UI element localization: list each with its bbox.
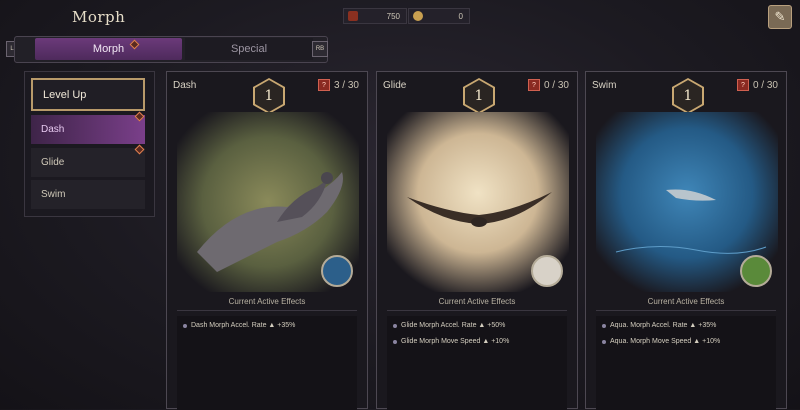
effect-text: Glide Morph Accel. Rate ▲ +50% <box>401 322 506 329</box>
effect-item: Dash Morph Accel. Rate ▲ +35% <box>183 322 295 329</box>
card-progress: ? 0 / 30 <box>736 79 778 91</box>
glide-skill-icon <box>531 255 563 287</box>
rb-label: RB <box>315 46 325 52</box>
page-title: Morph <box>72 8 126 26</box>
divider <box>387 310 567 311</box>
sidebar-item-label: Swim <box>41 189 66 200</box>
level-value: 1 <box>255 80 283 112</box>
bullet-icon <box>602 323 606 328</box>
level-value: 1 <box>465 80 493 112</box>
card-count-value: 3 / 30 <box>333 79 359 91</box>
alert-icon: ? <box>317 79 330 91</box>
level-badge: 1 <box>672 78 704 114</box>
card-progress: ? 3 / 30 <box>317 79 359 91</box>
effects-title: Current Active Effects <box>647 297 725 306</box>
divider <box>177 310 357 311</box>
gold-coin-icon <box>413 11 423 21</box>
new-indicator-icon <box>134 144 145 155</box>
feather-currency-display: 750 <box>343 8 407 24</box>
gold-coin-value: 0 <box>458 11 463 21</box>
bullet-icon <box>393 339 397 344</box>
effect-text: Glide Morph Move Speed ▲ +10% <box>401 338 510 345</box>
sidebar-item-label: Glide <box>41 157 65 168</box>
codex-book-button[interactable]: ✎ <box>768 5 792 29</box>
morph-card-swim[interactable]: Swim ? 0 / 30 1 Current Active Effects A… <box>585 71 787 410</box>
morph-card-dash[interactable]: Dash ? 3 / 30 1 Current Active Effects D… <box>166 71 368 410</box>
morph-sidebar: Level Up Dash Glide Swim <box>24 71 155 217</box>
effect-item: Aqua. Morph Move Speed ▲ +10% <box>602 338 720 345</box>
effect-text: Dash Morph Accel. Rate ▲ +35% <box>191 322 296 329</box>
tab-morph[interactable]: Morph <box>35 38 182 60</box>
card-title: Swim <box>592 80 617 91</box>
effects-list: Glide Morph Accel. Rate ▲ +50% Glide Mor… <box>387 316 567 410</box>
sidebar-item-swim[interactable]: Swim <box>31 180 145 209</box>
divider <box>596 310 776 311</box>
gold-coin-display: 0 <box>408 8 470 24</box>
sidebar-item-dash[interactable]: Dash <box>31 111 145 144</box>
tab-special-label: Special <box>230 43 268 55</box>
rb-button[interactable]: RB <box>312 41 328 57</box>
effects-list: Dash Morph Accel. Rate ▲ +35% <box>177 316 357 410</box>
effect-item: Glide Morph Move Speed ▲ +10% <box>393 338 509 345</box>
effect-item: Aqua. Morph Accel. Rate ▲ +35% <box>602 322 716 329</box>
level-badge: 1 <box>463 78 495 114</box>
new-indicator-icon <box>134 111 145 122</box>
level-value: 1 <box>674 80 702 112</box>
card-progress: ? 0 / 30 <box>527 79 569 91</box>
alert-icon: ? <box>527 79 540 91</box>
tab-bar: Morph Special <box>14 36 328 63</box>
bullet-icon <box>602 339 606 344</box>
level-badge: 1 <box>253 78 285 114</box>
effects-list: Aqua. Morph Accel. Rate ▲ +35% Aqua. Mor… <box>596 316 776 410</box>
feather-currency-value: 750 <box>386 11 400 21</box>
bullet-icon <box>183 323 187 328</box>
card-title: Glide <box>383 80 407 91</box>
effect-text: Aqua. Morph Move Speed ▲ +10% <box>610 338 721 345</box>
sidebar-item-glide[interactable]: Glide <box>31 144 145 177</box>
alert-icon: ? <box>736 79 749 91</box>
card-count-value: 0 / 30 <box>752 79 778 91</box>
feather-currency-icon <box>348 11 358 21</box>
sidebar-item-level-up[interactable]: Level Up <box>31 78 145 111</box>
effects-title: Current Active Effects <box>228 297 306 306</box>
card-title: Dash <box>173 80 197 91</box>
swim-skill-icon <box>740 255 772 287</box>
effects-title: Current Active Effects <box>438 297 516 306</box>
morph-card-glide[interactable]: Glide ? 0 / 30 1 Current Active Effects … <box>376 71 578 410</box>
tab-morph-label: Morph <box>92 43 125 55</box>
dash-skill-icon <box>321 255 353 287</box>
sidebar-item-label: Dash <box>41 124 65 135</box>
card-count-value: 0 / 30 <box>543 79 569 91</box>
effect-text: Aqua. Morph Accel. Rate ▲ +35% <box>610 322 717 329</box>
bullet-icon <box>393 323 397 328</box>
tab-special[interactable]: Special <box>185 38 313 60</box>
book-icon: ✎ <box>774 9 786 24</box>
effect-item: Glide Morph Accel. Rate ▲ +50% <box>393 322 505 329</box>
new-indicator-icon <box>129 39 140 50</box>
sidebar-item-label: Level Up <box>43 88 87 101</box>
